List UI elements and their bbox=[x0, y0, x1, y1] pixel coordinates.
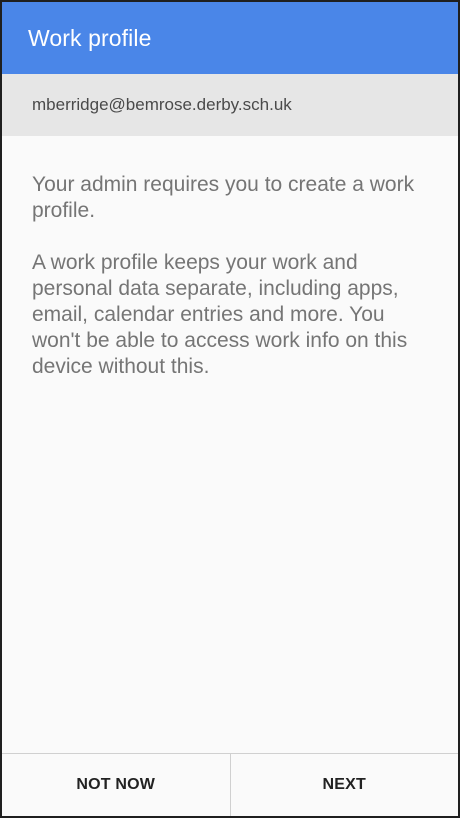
message-content: Your admin requires you to create a work… bbox=[2, 136, 458, 380]
work-profile-description: A work profile keeps your work and perso… bbox=[32, 251, 408, 378]
not-now-button[interactable]: NOT NOW bbox=[2, 754, 230, 816]
app-bar: Work profile bbox=[2, 2, 458, 74]
page-title: Work profile bbox=[28, 24, 152, 51]
account-email: mberridge@bemrose.derby.sch.uk bbox=[32, 95, 292, 114]
next-button[interactable]: NEXT bbox=[231, 754, 459, 816]
admin-requirement-text: Your admin requires you to create a work… bbox=[32, 173, 415, 222]
work-profile-screen: Work profile mberridge@bemrose.derby.sch… bbox=[0, 0, 460, 818]
account-header: mberridge@bemrose.derby.sch.uk bbox=[2, 74, 458, 136]
action-bar: NOT NOW NEXT bbox=[2, 753, 458, 816]
